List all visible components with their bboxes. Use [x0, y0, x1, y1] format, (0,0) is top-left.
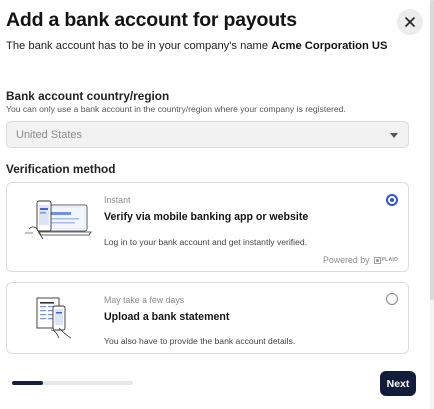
option-tag: May take a few days: [104, 295, 185, 305]
scrollbar[interactable]: [430, 0, 434, 409]
plaid-logo-text: PLAID: [381, 257, 398, 263]
country-helper-text: You can only use a bank account in the c…: [6, 104, 346, 114]
option-title: Upload a bank statement: [104, 311, 230, 323]
plaid-icon: [373, 256, 381, 264]
plaid-logo: PLAID: [373, 256, 399, 264]
progress-bar: [12, 381, 133, 385]
country-label: Bank account country/region: [6, 89, 170, 103]
country-select-value: United States: [16, 129, 83, 141]
radio-instant[interactable]: [386, 194, 398, 206]
modal-subtitle: The bank account has to be in your compa…: [6, 40, 387, 52]
verification-method-label: Verification method: [6, 162, 116, 176]
powered-by-text: Powered by: [323, 255, 370, 265]
scrollbar-thumb[interactable]: [430, 0, 434, 300]
company-name: Acme Corporation US: [271, 40, 388, 52]
subtitle-text: The bank account has to be in your compa…: [6, 40, 269, 52]
country-select[interactable]: United States: [6, 121, 409, 148]
verification-option-statement[interactable]: May take a few days Upload a bank statem…: [6, 282, 409, 354]
option-tag: Instant: [104, 195, 131, 205]
chevron-down-icon: [390, 133, 398, 138]
document-phone-icon: [36, 297, 72, 339]
modal-title: Add a bank account for payouts: [6, 9, 297, 31]
radio-statement[interactable]: [386, 293, 398, 305]
next-button[interactable]: Next: [380, 371, 416, 396]
option-description: Log in to your bank account and get inst…: [104, 237, 308, 247]
close-button[interactable]: [397, 9, 423, 35]
payout-bank-modal: Add a bank account for payouts The bank …: [0, 0, 434, 409]
powered-by: Powered by PLAID: [323, 255, 398, 265]
option-description: You also have to provide the bank accoun…: [104, 336, 296, 346]
phone-laptop-icon: [25, 200, 92, 240]
option-title: Verify via mobile banking app or website: [104, 211, 309, 223]
progress-bar-fill: [12, 381, 44, 385]
verification-option-instant[interactable]: Instant Verify via mobile banking app or…: [6, 182, 409, 272]
close-icon: [405, 17, 415, 27]
